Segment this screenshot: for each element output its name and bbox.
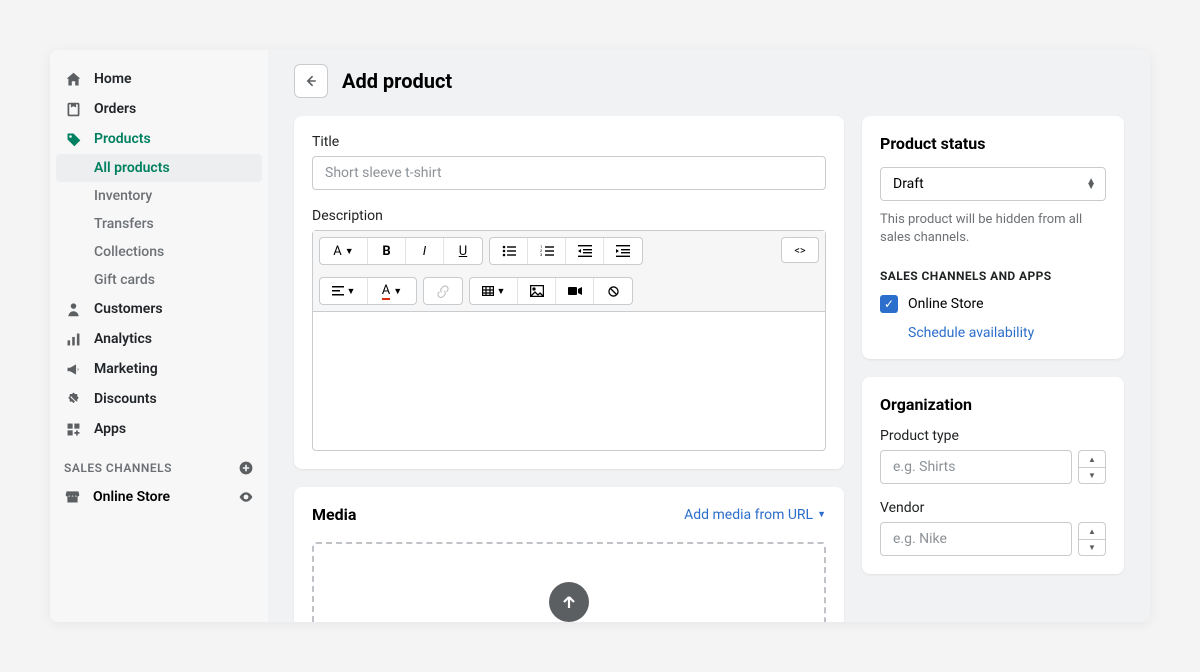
sub-gift-cards[interactable]: Gift cards [50, 266, 268, 294]
vendor-input[interactable] [880, 522, 1072, 556]
outdent-button[interactable] [566, 238, 604, 264]
orders-icon [64, 100, 82, 118]
nav-customers-label: Customers [94, 301, 163, 317]
tag-icon [64, 130, 82, 148]
schedule-availability-link[interactable]: Schedule availability [908, 325, 1106, 341]
product-type-input[interactable] [880, 450, 1072, 484]
channel-online-store[interactable]: Online Store [50, 482, 268, 511]
indent-button[interactable] [604, 238, 642, 264]
sidebar: Home Orders Products All products Invent… [50, 50, 268, 622]
align-button[interactable]: ▼ [320, 278, 368, 304]
content-columns: Title Description A▼ B I U [294, 116, 1124, 622]
sub-collections[interactable]: Collections [50, 238, 268, 266]
add-media-url-link[interactable]: Add media from URL ▼ [684, 507, 826, 523]
left-column: Title Description A▼ B I U [294, 116, 844, 622]
editor-toolbar: A▼ B I U 123 <> [313, 231, 825, 312]
customers-icon [64, 300, 82, 318]
caret-down-icon: ▼ [817, 509, 826, 520]
apps-icon [64, 420, 82, 438]
font-style-button[interactable]: A▼ [320, 238, 368, 264]
add-channel-icon[interactable] [238, 460, 254, 476]
text-color-button[interactable]: A▼ [368, 278, 416, 304]
bold-button[interactable]: B [368, 238, 406, 264]
title-input[interactable] [312, 156, 826, 190]
app-shell: Home Orders Products All products Invent… [50, 50, 1150, 622]
channel-checkbox-row[interactable]: ✓ Online Store [880, 295, 1106, 313]
nav-home-label: Home [94, 71, 132, 87]
clear-format-button[interactable] [594, 278, 632, 304]
eye-icon[interactable] [238, 489, 254, 505]
video-button[interactable] [556, 278, 594, 304]
code-view-button[interactable]: <> [781, 237, 819, 263]
vendor-label: Vendor [880, 500, 1106, 516]
nav-apps-label: Apps [94, 421, 126, 437]
nav-apps[interactable]: Apps [50, 414, 268, 444]
sales-channels-label: SALES CHANNELS [64, 461, 172, 475]
upload-icon [549, 582, 589, 622]
nav-customers[interactable]: Customers [50, 294, 268, 324]
bullet-list-button[interactable] [490, 238, 528, 264]
page-title: Add product [342, 69, 452, 93]
nav-discounts[interactable]: Discounts [50, 384, 268, 414]
image-button[interactable] [518, 278, 556, 304]
nav-marketing-label: Marketing [94, 361, 158, 377]
product-type-stepper[interactable]: ▲▼ [1078, 450, 1106, 484]
page-header: Add product [294, 64, 1124, 98]
number-list-button[interactable]: 123 [528, 238, 566, 264]
sub-all-products[interactable]: All products [56, 154, 262, 182]
nav-products[interactable]: Products [50, 124, 268, 154]
main-content: Add product Title Description A▼ B I U [268, 50, 1150, 622]
discount-icon [64, 390, 82, 408]
checkbox-checked-icon: ✓ [880, 295, 898, 313]
nav-marketing[interactable]: Marketing [50, 354, 268, 384]
svg-text:3: 3 [540, 252, 542, 257]
back-button[interactable] [294, 64, 328, 98]
product-type-label: Product type [880, 428, 1106, 444]
arrow-left-icon [303, 73, 319, 89]
sub-transfers[interactable]: Transfers [50, 210, 268, 238]
nav-analytics-label: Analytics [94, 331, 152, 347]
underline-button[interactable]: U [444, 238, 482, 264]
sales-channels-header: SALES CHANNELS [50, 444, 268, 482]
channel-name: Online Store [908, 296, 984, 312]
nav-home[interactable]: Home [50, 64, 268, 94]
channel-label: Online Store [93, 489, 170, 505]
nav-orders[interactable]: Orders [50, 94, 268, 124]
media-title: Media [312, 505, 356, 524]
italic-button[interactable]: I [406, 238, 444, 264]
channels-heading: SALES CHANNELS AND APPS [880, 269, 1106, 283]
table-button[interactable]: ▼ [470, 278, 518, 304]
nav-products-label: Products [94, 131, 151, 147]
home-icon [64, 70, 82, 88]
organization-title: Organization [880, 395, 1106, 414]
store-icon [64, 488, 81, 505]
organization-card: Organization Product type ▲▼ Vendor ▲▼ [862, 377, 1124, 574]
media-card: Media Add media from URL ▼ [294, 487, 844, 622]
right-column: Product status Draft ▲▼ This product wil… [862, 116, 1124, 574]
nav-orders-label: Orders [94, 101, 136, 117]
status-select[interactable]: Draft [880, 167, 1106, 201]
megaphone-icon [64, 360, 82, 378]
nav-discounts-label: Discounts [94, 391, 157, 407]
analytics-icon [64, 330, 82, 348]
description-label: Description [312, 208, 826, 224]
nav-analytics[interactable]: Analytics [50, 324, 268, 354]
rich-text-editor: A▼ B I U 123 <> [312, 230, 826, 451]
media-link-label: Add media from URL [684, 507, 813, 523]
status-title: Product status [880, 134, 1106, 153]
media-dropzone[interactable] [312, 542, 826, 622]
title-description-card: Title Description A▼ B I U [294, 116, 844, 469]
link-button[interactable] [424, 278, 462, 304]
product-status-card: Product status Draft ▲▼ This product wil… [862, 116, 1124, 359]
status-hint: This product will be hidden from all sal… [880, 211, 1106, 247]
sub-inventory[interactable]: Inventory [50, 182, 268, 210]
editor-textarea[interactable] [313, 312, 825, 450]
title-label: Title [312, 134, 826, 150]
vendor-stepper[interactable]: ▲▼ [1078, 522, 1106, 556]
